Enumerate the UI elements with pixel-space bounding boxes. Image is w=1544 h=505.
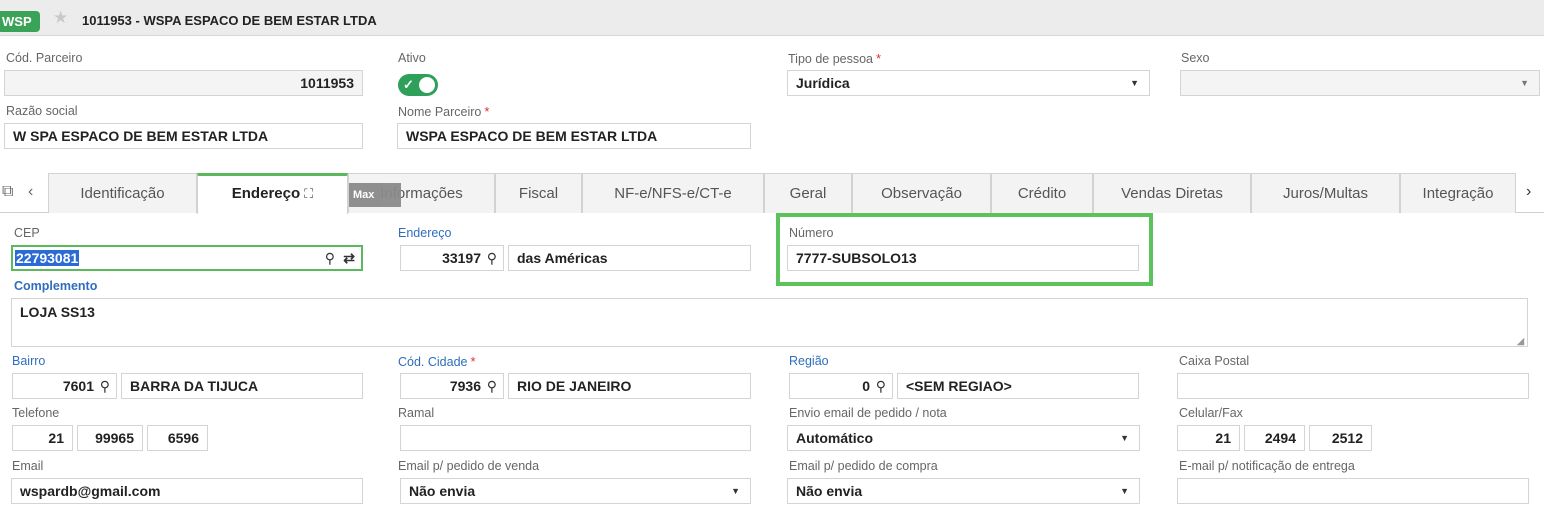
email-venda-label: Email p/ pedido de venda [398, 459, 540, 473]
tab-nfe[interactable]: NF-e/NFS-e/CT-e [582, 173, 764, 213]
search-icon[interactable]: ⚲ [100, 374, 110, 398]
cod-parceiro-field[interactable]: 1011953 [4, 70, 363, 96]
nome-parceiro-field[interactable]: WSPA ESPACO DE BEM ESTAR LTDA [397, 123, 751, 149]
ramal-field[interactable] [400, 425, 751, 451]
tab-endereco-label: Endereço [231, 185, 301, 202]
tab-identificacao[interactable]: Identificação [48, 173, 197, 213]
email-entrega-label: E-mail p/ notificação de entrega [1179, 459, 1355, 473]
tab-geral[interactable]: Geral [764, 173, 852, 213]
nome-parceiro-label: Nome Parceiro * [398, 104, 490, 119]
email-label: Email [12, 459, 44, 473]
tab-bar: ⧉ ‹ Identificação Endereço ⛶ Informações … [0, 173, 1544, 214]
email-compra-label: Email p/ pedido de compra [789, 459, 938, 473]
cidade-code: 7936 [449, 378, 481, 394]
regiao-code: 0 [862, 378, 870, 394]
envio-email-select[interactable]: Automático ▼ [787, 425, 1140, 451]
title-bar: WSP ★ 1011953 - WSPA ESPACO DE BEM ESTAR… [0, 0, 1544, 36]
sexo-select[interactable]: ▼ [1180, 70, 1540, 96]
favorite-star-icon[interactable]: ★ [53, 9, 68, 26]
chevron-left-icon[interactable]: ‹ [28, 183, 33, 201]
endereco-field[interactable]: das Américas [508, 245, 751, 271]
maximize-tooltip: Max [349, 183, 401, 207]
maximize-icon[interactable]: ⛶ [304, 186, 313, 201]
cod-parceiro-label: Cód. Parceiro [6, 51, 83, 65]
telefone-label: Telefone [12, 406, 60, 420]
search-icon[interactable]: ⚲ [487, 374, 497, 398]
bairro-code: 7601 [62, 378, 94, 394]
razao-social-label: Razão social [6, 104, 78, 118]
cep-label: CEP [14, 226, 40, 240]
app-badge: WSP [0, 11, 40, 32]
regiao-label: Região [789, 354, 829, 368]
copy-icon[interactable]: ⧉ [2, 183, 13, 201]
chevron-down-icon: ▼ [731, 486, 740, 496]
email-compra-value: Não envia [796, 483, 863, 499]
chevron-down-icon: ▼ [1520, 78, 1529, 88]
tab-juros-multas[interactable]: Juros/Multas [1251, 173, 1400, 213]
email-field[interactable]: wspardb@gmail.com [11, 478, 363, 504]
tipo-pessoa-value: Jurídica [796, 75, 850, 91]
celular-part1-field[interactable]: 2494 [1244, 425, 1305, 451]
search-icon[interactable]: ⚲ [325, 247, 335, 269]
bairro-field[interactable]: BARRA DA TIJUCA [121, 373, 363, 399]
tab-vendas-diretas[interactable]: Vendas Diretas [1093, 173, 1251, 213]
search-icon[interactable]: ⚲ [876, 374, 886, 398]
celular-ddd-field[interactable]: 21 [1177, 425, 1240, 451]
required-marker: * [484, 104, 490, 119]
toggle-knob [419, 77, 435, 93]
bairro-code-field[interactable]: 7601 ⚲ [12, 373, 117, 399]
chevron-down-icon: ▼ [1120, 486, 1129, 496]
complemento-label: Complemento [14, 279, 98, 293]
tab-integracao[interactable]: Integração [1400, 173, 1516, 213]
telefone-ddd-field[interactable]: 21 [12, 425, 73, 451]
swap-icon[interactable]: ⇄ [343, 247, 355, 269]
ativo-label: Ativo [398, 51, 426, 65]
chevron-right-icon[interactable]: › [1526, 183, 1531, 201]
complemento-textarea[interactable]: LOJA SS13 ◢ [11, 298, 1528, 347]
tipo-pessoa-label: Tipo de pessoa * [788, 51, 882, 66]
envio-email-value: Automático [796, 430, 873, 446]
bairro-label: Bairro [12, 354, 46, 368]
regiao-code-field[interactable]: 0 ⚲ [789, 373, 893, 399]
regiao-field[interactable]: <SEM REGIAO> [897, 373, 1139, 399]
cep-value: 22793081 [15, 250, 80, 266]
telefone-part1-field[interactable]: 99965 [77, 425, 143, 451]
numero-highlight-box [776, 213, 1153, 286]
tab-fiscal[interactable]: Fiscal [495, 173, 582, 213]
ramal-label: Ramal [398, 406, 435, 420]
check-icon: ✓ [403, 77, 414, 92]
endereco-label: Endereço [398, 226, 452, 240]
endereco-code: 33197 [442, 250, 481, 266]
endereco-code-field[interactable]: 33197 ⚲ [400, 245, 504, 271]
email-venda-value: Não envia [409, 483, 476, 499]
complemento-value: LOJA SS13 [20, 304, 95, 320]
email-entrega-field[interactable] [1177, 478, 1529, 504]
cidade-field[interactable]: RIO DE JANEIRO [508, 373, 751, 399]
search-icon[interactable]: ⚲ [487, 246, 497, 270]
tab-endereco[interactable]: Endereço ⛶ [197, 173, 348, 214]
razao-social-field[interactable]: W SPA ESPACO DE BEM ESTAR LTDA [4, 123, 363, 149]
celular-label: Celular/Fax [1179, 406, 1243, 420]
tipo-pessoa-select[interactable]: Jurídica ▼ [787, 70, 1150, 96]
cep-field[interactable]: 22793081 ⚲ ⇄ [11, 245, 363, 271]
caixa-postal-label: Caixa Postal [1179, 354, 1250, 368]
chevron-down-icon: ▼ [1130, 78, 1139, 88]
tab-credito[interactable]: Crédito [991, 173, 1093, 213]
required-marker: * [470, 354, 476, 369]
tab-observacao[interactable]: Observação [852, 173, 991, 213]
email-venda-select[interactable]: Não envia ▼ [400, 478, 751, 504]
cod-cidade-label: Cód. Cidade * [398, 354, 476, 369]
celular-part2-field[interactable]: 2512 [1309, 425, 1372, 451]
resize-handle-icon[interactable]: ◢ [1517, 336, 1524, 346]
caixa-postal-field[interactable] [1177, 373, 1529, 399]
envio-email-label: Envio email de pedido / nota [789, 406, 947, 420]
sexo-label: Sexo [1181, 51, 1210, 65]
chevron-down-icon: ▼ [1120, 433, 1129, 443]
ativo-toggle[interactable]: ✓ [398, 74, 438, 96]
telefone-part2-field[interactable]: 6596 [147, 425, 208, 451]
cidade-code-field[interactable]: 7936 ⚲ [400, 373, 504, 399]
required-marker: * [876, 51, 882, 66]
record-title: 1011953 - WSPA ESPACO DE BEM ESTAR LTDA [82, 13, 377, 28]
email-compra-select[interactable]: Não envia ▼ [787, 478, 1140, 504]
